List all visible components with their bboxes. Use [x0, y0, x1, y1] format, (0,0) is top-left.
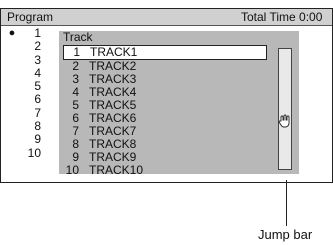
program-item-number: 5: [34, 79, 41, 94]
program-list: ● 1 2 3 4 5 6 7 8 9 10: [7, 26, 53, 160]
program-item[interactable]: 4: [7, 65, 53, 80]
current-marker-icon: ●: [8, 27, 16, 39]
header-bar: Program Total Time 0:00: [1, 9, 332, 26]
program-item[interactable]: 5: [7, 79, 53, 94]
program-item[interactable]: 10: [7, 145, 53, 160]
program-item[interactable]: ● 1: [7, 26, 53, 40]
jump-bar-callout: Jump bar: [258, 227, 313, 242]
track-number: 10: [65, 163, 79, 177]
hand-pointer-icon: [278, 114, 290, 128]
total-time: Total Time 0:00: [241, 10, 323, 24]
track-item[interactable]: 1 TRACK1: [63, 45, 267, 60]
track-panel: Track 1 TRACK1 2 TRACK2 3 TRACK3 4 TRACK4 5 TRACK…: [59, 30, 299, 177]
program-item[interactable]: 7: [7, 105, 53, 120]
program-title: Program: [7, 10, 54, 24]
track-name: TRACK10: [89, 163, 144, 177]
track-item[interactable]: 10 TRACK10: [59, 164, 271, 177]
program-item-number: 3: [34, 52, 41, 67]
program-item-number: 8: [34, 119, 41, 134]
track-heading: Track: [63, 30, 93, 44]
program-item-number: 6: [34, 92, 41, 107]
program-item[interactable]: 3: [7, 52, 53, 67]
track-name: TRACK1: [90, 45, 138, 59]
program-item[interactable]: 8: [7, 119, 53, 134]
program-item-number: 4: [34, 65, 41, 80]
program-item-number: 1: [34, 26, 41, 40]
program-item-number: 10: [27, 145, 41, 160]
track-number: 1: [73, 45, 80, 59]
program-item[interactable]: 9: [7, 132, 53, 147]
program-item-number: 9: [34, 132, 41, 147]
jump-bar[interactable]: [278, 48, 292, 170]
track-list: 1 TRACK1 2 TRACK2 3 TRACK3 4 TRACK4 5 TRACK5 6 TRAC…: [59, 45, 271, 177]
program-item[interactable]: 6: [7, 92, 53, 107]
program-item[interactable]: 2: [7, 39, 53, 54]
program-item-number: 2: [34, 39, 41, 54]
program-item-number: 7: [34, 105, 41, 120]
program-screen: Program Total Time 0:00 ● 1 2 3 4 5 6 7 8 9 10 Tra…: [0, 8, 333, 183]
callout-line: [286, 180, 287, 226]
